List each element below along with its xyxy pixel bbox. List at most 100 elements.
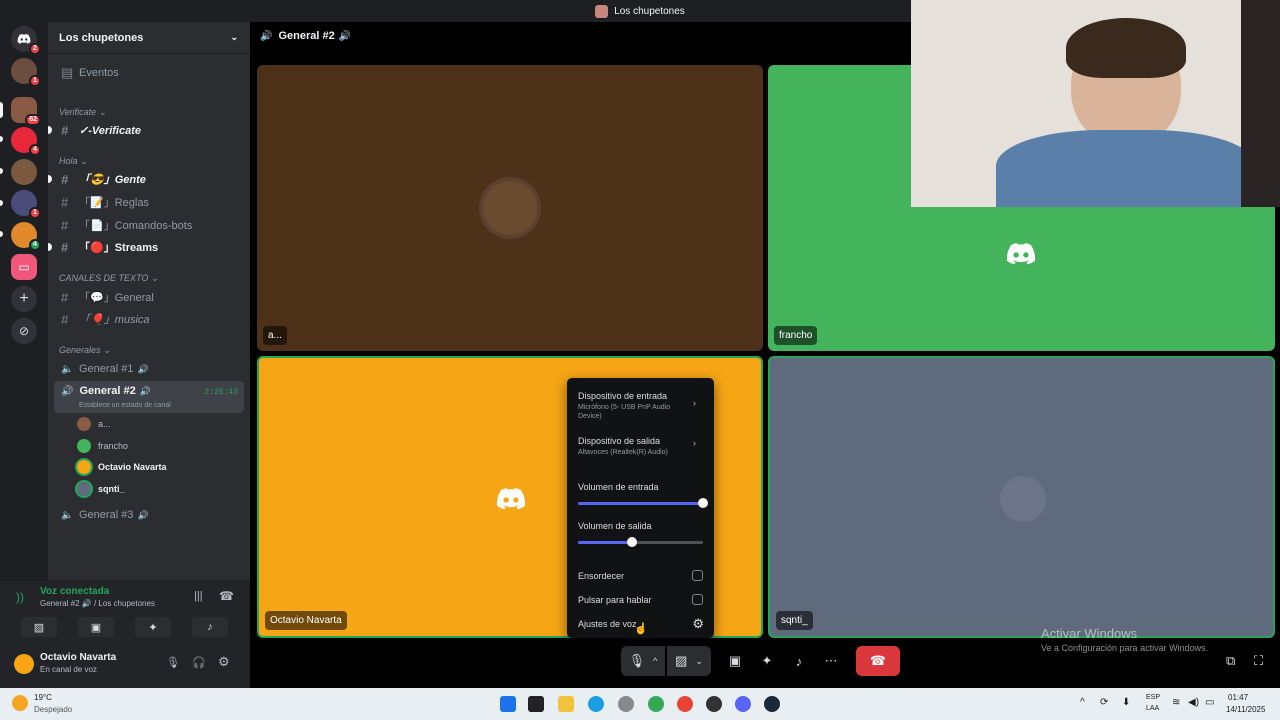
task-view-icon[interactable] (528, 696, 544, 712)
camera-off-button[interactable]: ▨ (21, 617, 57, 637)
voice-user[interactable]: a... (77, 415, 111, 433)
add-server-icon[interactable]: + (11, 286, 37, 312)
steam-icon[interactable] (764, 696, 780, 712)
selected-server-pill (0, 102, 3, 118)
wifi-icon[interactable]: ≋ (1172, 697, 1180, 708)
server-avatar[interactable]: 1 (11, 190, 41, 219)
gear-icon[interactable]: ⚙ (692, 616, 704, 632)
disconnect-icon[interactable]: ☎ (219, 589, 234, 603)
chrome-icon[interactable] (648, 696, 664, 712)
channel-general[interactable]: # 「💬」General (54, 287, 244, 307)
volume-icon[interactable]: ◀) (1188, 697, 1199, 708)
channel-reglas[interactable]: # 「📝」Reglas (54, 192, 244, 212)
category-generales[interactable]: Generales ⌄ (59, 345, 111, 356)
fullscreen-icon[interactable]: ⛶ (1254, 653, 1263, 669)
category-canales-de-texto[interactable]: CANALES DE TEXTO ⌄ (59, 273, 158, 284)
server-rail: 2 1 62 4 1 4 ▭ + ⊘ (0, 22, 48, 580)
guild-header[interactable]: Los chupetones ⌄ (48, 22, 250, 54)
server-avatar[interactable]: 4 (11, 222, 41, 251)
popout-icon[interactable]: ⧉ (1226, 653, 1235, 669)
activities-button[interactable]: ✦ (135, 617, 171, 637)
server-chat-icon[interactable]: ▭ (11, 254, 37, 280)
input-volume-slider[interactable] (578, 498, 708, 508)
weather-temp: 19°C (34, 693, 52, 702)
clock-time[interactable]: 01:47 (1228, 693, 1248, 702)
soundboard-wave-icon[interactable]: ||| (194, 590, 203, 602)
slider-handle[interactable] (627, 537, 637, 547)
language-code[interactable]: ESP (1146, 694, 1160, 701)
start-menu-icon[interactable] (500, 696, 516, 712)
file-explorer-icon[interactable] (558, 696, 574, 712)
screen-share-button[interactable]: ▣ (722, 646, 748, 676)
channel-comandos-bots[interactable]: # 「📄」Comandos-bots (54, 215, 244, 235)
gear-icon[interactable]: ⚙ (218, 654, 230, 670)
deafen-toggle[interactable]: Ensordecer (578, 571, 704, 581)
headphones-icon[interactable]: 🎧 (192, 656, 206, 669)
server-los-chupetones[interactable]: 62 (11, 97, 41, 126)
explore-icon[interactable]: ⊘ (11, 318, 37, 344)
home-discord-icon[interactable]: 2 (11, 26, 41, 55)
server-avatar[interactable]: 1 (11, 58, 41, 87)
more-options-button[interactable]: ⋯ (818, 646, 844, 676)
tray-icon[interactable]: ⟳ (1100, 697, 1108, 708)
hash-icon: # (61, 289, 69, 305)
voice-channel-general-2[interactable]: 🔊 General #2 🔊 2:25:43 Establece un esta… (54, 381, 244, 413)
deafen-checkbox[interactable] (692, 570, 703, 581)
category-hola[interactable]: Hola ⌄ (59, 156, 88, 167)
app-icon[interactable] (706, 696, 722, 712)
weather-icon[interactable] (12, 695, 28, 711)
channel-verificate[interactable]: # ✓-Verificate (48, 120, 244, 140)
unread-pill (0, 231, 3, 237)
push-to-talk-toggle[interactable]: Pulsar para hablar (578, 595, 704, 605)
tray-icon[interactable]: ⬇ (1122, 697, 1130, 708)
participant-tile[interactable]: a... (257, 65, 763, 351)
window-title: Los chupetones (614, 5, 685, 17)
participant-tile[interactable]: sqnti_ (768, 356, 1275, 638)
voice-status-prompt[interactable]: Establece un estado de canal (79, 402, 171, 409)
output-volume-slider[interactable] (578, 537, 703, 547)
channel-musica[interactable]: # 「🎈」musica (54, 309, 244, 329)
activities-button[interactable]: ✦ (754, 646, 780, 676)
battery-icon[interactable]: ▭ (1205, 697, 1214, 708)
speaker-icon: 🔊 (338, 30, 352, 42)
server-runner-icon[interactable]: 4 (11, 127, 41, 156)
camera-button[interactable]: ▨ ⌄ (667, 646, 711, 676)
chrome-icon[interactable] (677, 696, 693, 712)
camera-off-icon: ▨ (675, 653, 688, 668)
avatar[interactable] (14, 654, 34, 674)
webcam-person-shirt (996, 130, 1256, 207)
events-item[interactable]: ▤ Eventos (54, 63, 244, 83)
input-device-item[interactable]: Dispositivo de entrada Micrófono (5- USB… (578, 391, 704, 421)
server-avatar[interactable] (11, 159, 37, 185)
screen-share-button[interactable]: ▣ (78, 617, 114, 637)
channel-streams[interactable]: # 「🔴」Streams (48, 237, 244, 257)
disconnect-button[interactable]: ☎ (856, 646, 900, 676)
soundboard-button[interactable]: ♪ (786, 646, 812, 676)
discord-taskbar-icon[interactable] (735, 696, 751, 712)
channel-gente[interactable]: # 「😎」Gente (48, 169, 244, 189)
participant-name: francho (774, 326, 818, 345)
soundboard-button[interactable]: ♪ (192, 617, 228, 637)
voice-channel-general-3[interactable]: 🔈 General #3 🔊 (54, 505, 244, 525)
voice-user[interactable]: Octavio Navarta (77, 458, 167, 476)
tray-chevron-up-icon[interactable]: ^ (1080, 697, 1085, 708)
mute-button[interactable]: 🎙 ^ (621, 646, 665, 676)
edge-browser-icon[interactable] (588, 696, 604, 712)
output-device-item[interactable]: Dispositivo de salida Altavoces (Realtek… (578, 436, 704, 457)
hash-icon: # (61, 122, 69, 138)
voice-location[interactable]: General #2 🔊 / Los chupetones (40, 599, 155, 608)
slider-handle[interactable] (698, 498, 708, 508)
voice-channel-general-1[interactable]: 🔈 General #1 🔊 (54, 359, 244, 379)
channel-label: 「😎」Gente (79, 174, 146, 186)
category-verificate[interactable]: Verificate ⌄ (59, 107, 106, 118)
voice-user[interactable]: francho (77, 437, 128, 455)
clock-date[interactable]: 14/11/2025 (1226, 705, 1265, 714)
guild-name: Los chupetones (59, 31, 144, 44)
voice-user[interactable]: sqnti_ (77, 480, 125, 498)
notification-badge: 1 (29, 75, 41, 87)
microphone-icon[interactable]: 🎙 (166, 656, 180, 669)
watermark-subtitle: Ve a Configuración para activar Windows. (1041, 643, 1209, 653)
settings-app-icon[interactable] (618, 696, 634, 712)
push-to-talk-checkbox[interactable] (692, 594, 703, 605)
slider-fill (578, 502, 703, 505)
